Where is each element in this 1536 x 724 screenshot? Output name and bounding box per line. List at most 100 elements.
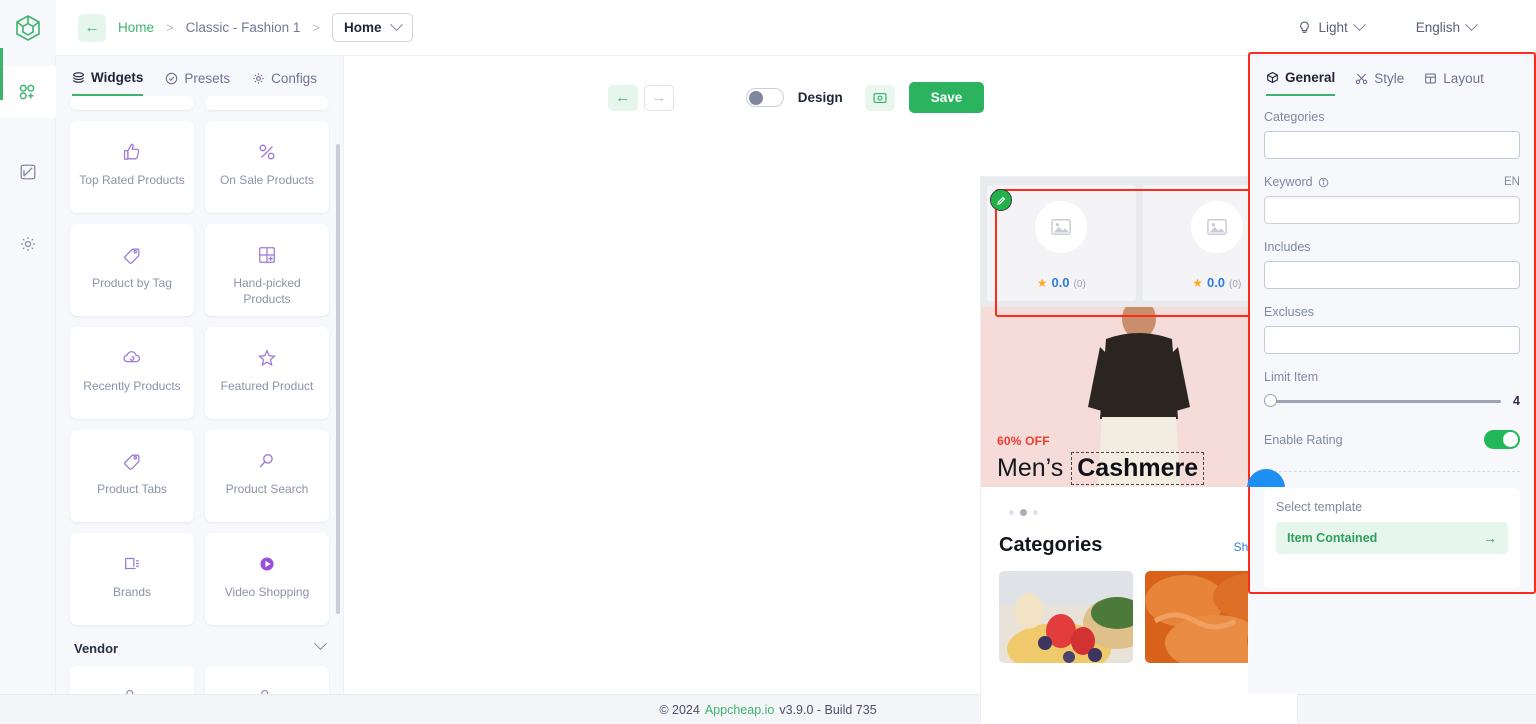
categories-input[interactable] [1264, 131, 1520, 159]
field-label: Includes [1264, 240, 1520, 254]
edit-widget-badge[interactable] [990, 189, 1012, 211]
vendor-rating: ★ 0.0 (0) [1192, 275, 1241, 290]
carousel-dot[interactable] [1033, 510, 1038, 515]
widget-card-label: Product by Tag [92, 276, 172, 290]
arrow-right-icon: → [1483, 530, 1497, 546]
design-mode-toggle[interactable] [745, 88, 784, 107]
save-button[interactable]: Save [908, 82, 985, 113]
widget-card[interactable]: Hand-picked Products [205, 224, 329, 316]
rail-item-settings[interactable] [0, 226, 56, 262]
rail-item-analytics[interactable] [0, 154, 56, 190]
vendor-section-title: Vendor [74, 641, 119, 656]
field-keyword: Keyword EN [1264, 175, 1520, 224]
rating-count: (0) [1229, 279, 1242, 290]
widget-card-clipped-2[interactable] [205, 96, 329, 110]
icon-rail [0, 48, 56, 694]
check-circle-icon [166, 72, 178, 85]
widget-card[interactable]: Product by Tag [70, 224, 194, 316]
widget-card-label: Product Tabs [97, 482, 167, 496]
tab-style[interactable]: Style [1355, 70, 1404, 96]
undo-button[interactable]: ← [607, 84, 638, 111]
berries-photo [999, 571, 1133, 663]
tabs-icon [122, 450, 142, 472]
carousel-dot[interactable] [1009, 510, 1014, 515]
rail-item-widgets[interactable] [0, 48, 56, 118]
slider-knob[interactable] [1264, 394, 1277, 407]
widget-card-clipped-1[interactable] [70, 96, 194, 110]
tab-general[interactable]: General [1266, 70, 1336, 96]
widgets-panel: Widgets Presets Configs Top Rated Produc… [56, 56, 344, 694]
breadcrumb-project-link[interactable]: Classic - Fashion 1 [186, 20, 301, 35]
top-header: ← Home > Classic - Fashion 1 > Home Ligh… [0, 0, 1536, 56]
app-logo[interactable] [0, 0, 56, 56]
tab-configs[interactable]: Configs [252, 70, 317, 96]
chevron-down-icon [1352, 18, 1366, 32]
limit-item-value: 4 [1513, 394, 1520, 408]
rating-count: (0) [1073, 279, 1086, 290]
includes-input[interactable] [1264, 261, 1520, 289]
breadcrumb-separator-1: > [166, 20, 174, 35]
settings-panel: General Style Layout Categories Keyword … [1248, 52, 1536, 694]
user-bolt-icon [122, 686, 142, 694]
enable-rating-toggle[interactable] [1484, 430, 1520, 449]
star-icon: ★ [1192, 276, 1203, 290]
image-placeholder-icon [1035, 201, 1088, 253]
hero-title-selected-text[interactable]: Cashmere [1071, 452, 1205, 485]
categories-row [999, 571, 1279, 663]
template-name: Item Contained [1287, 531, 1378, 545]
tab-layout[interactable]: Layout [1424, 70, 1484, 96]
field-label-text: Keyword [1264, 175, 1313, 189]
breadcrumb-back-button[interactable]: ← [78, 13, 106, 42]
field-label: Excluses [1264, 305, 1520, 319]
footer-copyright: © 2024 [659, 702, 700, 717]
tag-icon [122, 244, 142, 266]
toggle-knob [748, 90, 763, 105]
category-image[interactable] [999, 571, 1133, 663]
widget-card[interactable]: Product Search [205, 430, 329, 522]
excluses-input[interactable] [1264, 326, 1520, 354]
tab-widgets[interactable]: Widgets [72, 70, 144, 96]
template-item-selected[interactable]: Item Contained → [1276, 522, 1508, 554]
image-icon [1051, 219, 1072, 235]
chevron-down-icon[interactable] [314, 637, 327, 651]
widgets-grid: Top Rated Products On Sale Products Prod… [70, 121, 329, 625]
breadcrumb-home-link[interactable]: Home [118, 20, 154, 35]
chevron-down-icon [1465, 18, 1478, 32]
widget-card[interactable]: Top Rated Products [70, 121, 194, 213]
widget-card-label: Top Rated Products [79, 173, 185, 187]
language-selector[interactable]: English [1415, 18, 1478, 35]
widgets-scroll-area[interactable]: Top Rated Products On Sale Products Prod… [56, 96, 343, 694]
tab-presets[interactable]: Presets [165, 70, 230, 96]
page-selector-dropdown[interactable]: Home [332, 13, 413, 42]
widget-card-label: Product Search [225, 482, 309, 496]
widgets-panel-scrollbar[interactable] [336, 144, 340, 614]
widget-card[interactable]: Recently Products [70, 327, 194, 419]
screenshot-button[interactable] [864, 84, 895, 111]
widget-card[interactable]: Featured Product [205, 327, 329, 419]
redo-button[interactable]: → [643, 84, 674, 111]
field-excluses: Excluses [1264, 305, 1520, 354]
grid-plus-icon [257, 244, 277, 266]
brands-icon [122, 553, 142, 575]
widget-card[interactable]: Brands [70, 533, 194, 625]
play-circle-icon [257, 553, 277, 575]
chevron-down-icon [389, 18, 403, 32]
limit-item-slider[interactable] [1264, 394, 1502, 407]
thumbs-up-icon [122, 141, 142, 163]
vendor-section-header[interactable]: Vendor [70, 625, 329, 666]
language-label: English [1415, 20, 1460, 35]
widget-card-best-selling-vendors[interactable]: Best Selling Vendors [70, 666, 194, 694]
theme-selector[interactable]: Light [1298, 18, 1366, 35]
rating-value: 0.0 [1051, 275, 1070, 290]
carousel-dot-active[interactable] [1020, 509, 1027, 516]
widget-card[interactable]: Video Shopping [205, 533, 329, 625]
vendor-rating: ★ 0.0 (0) [1037, 275, 1086, 290]
widget-card[interactable]: Product Tabs [70, 430, 194, 522]
rating-value: 0.0 [1206, 275, 1226, 290]
widget-card[interactable]: On Sale Products [205, 121, 329, 213]
field-categories: Categories [1264, 110, 1520, 159]
footer-brand-link[interactable]: Appcheap.io [705, 703, 775, 717]
field-label-text: Includes [1264, 240, 1311, 254]
keyword-input[interactable] [1264, 196, 1520, 224]
widget-card-top-rated-vendors[interactable]: Top Rated Vendors [205, 666, 329, 694]
